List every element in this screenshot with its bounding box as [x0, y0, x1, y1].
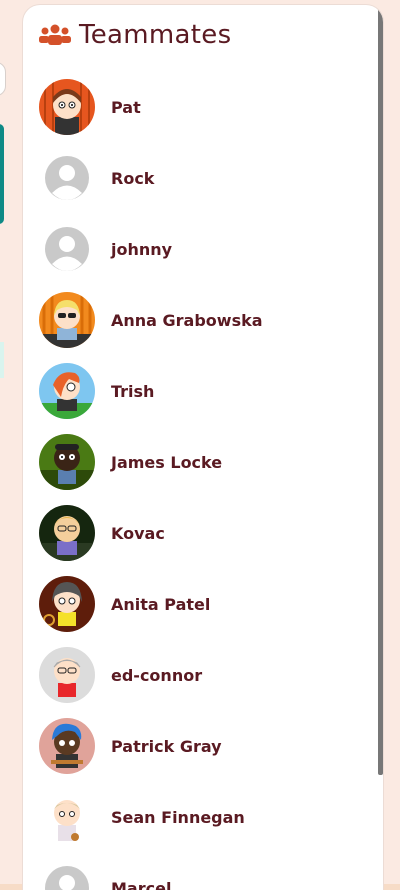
teammate-name: Anita Patel	[111, 594, 211, 614]
people-group-icon	[39, 24, 71, 45]
teammate-row[interactable]: Rock	[39, 150, 369, 206]
teammate-name: Patrick Gray	[111, 736, 222, 756]
scrollbar[interactable]	[378, 5, 383, 775]
background-search-input	[0, 62, 6, 96]
teammate-name: Trish	[111, 381, 155, 401]
avatar	[39, 718, 95, 774]
background-mint-card	[0, 342, 4, 378]
panel-title: Teammates	[79, 20, 232, 50]
avatar	[39, 363, 95, 419]
background-teal-card	[0, 124, 4, 224]
teammate-row[interactable]: Kovac	[39, 505, 369, 561]
teammate-name: ed-connor	[111, 665, 203, 685]
teammate-row[interactable]: Trish	[39, 363, 369, 419]
teammate-row[interactable]: Sean Finnegan	[39, 789, 369, 845]
avatar	[39, 292, 95, 348]
avatar	[39, 434, 95, 490]
teammate-row[interactable]: Anita Patel	[39, 576, 369, 632]
teammate-name: Kovac	[111, 523, 165, 543]
teammates-panel: Teammates Pat Rock johnny Anna Grabowska…	[22, 4, 384, 890]
teammate-name: James Locke	[111, 452, 223, 472]
avatar	[39, 647, 95, 703]
avatar	[39, 79, 95, 135]
teammate-row[interactable]: Pat	[39, 79, 369, 135]
teammate-name: Sean Finnegan	[111, 807, 245, 827]
teammate-name: Anna Grabowska	[111, 310, 263, 330]
teammate-row[interactable]: Anna Grabowska	[39, 292, 369, 348]
teammate-name: Rock	[111, 168, 155, 188]
teammate-row[interactable]: James Locke	[39, 434, 369, 490]
teammate-row[interactable]: Marcel	[39, 860, 369, 890]
teammate-row[interactable]: ed-connor	[39, 647, 369, 703]
avatar	[39, 860, 95, 890]
avatar	[39, 150, 95, 206]
avatar	[39, 505, 95, 561]
avatar	[39, 221, 95, 277]
teammate-name: johnny	[111, 239, 173, 259]
avatar	[39, 789, 95, 845]
teammate-row[interactable]: johnny	[39, 221, 369, 277]
teammate-name: Marcel	[111, 878, 172, 890]
avatar	[39, 576, 95, 632]
teammate-row[interactable]: Patrick Gray	[39, 718, 369, 774]
panel-header: Teammates	[39, 17, 231, 53]
teammate-name: Pat	[111, 97, 141, 117]
